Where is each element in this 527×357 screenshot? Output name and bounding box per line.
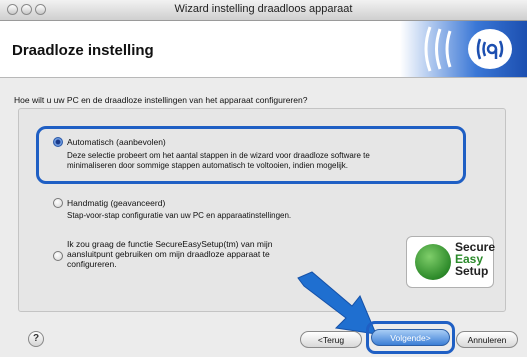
help-button[interactable]: ? [28,331,44,347]
window-title: Wizard instelling draadloos apparaat [174,3,353,15]
option-secureeasysetup-label[interactable]: Ik zou graag de functie SecureEasySetup(… [67,239,273,269]
lock-icon [415,244,451,280]
option-manual-label[interactable]: Handmatig (geavanceerd) [67,198,165,208]
radio-secureeasysetup[interactable] [53,251,63,261]
configuration-question: Hoe wilt u uw PC en de draadloze instell… [14,95,308,105]
next-button[interactable]: Volgende> [371,329,450,346]
secure-easy-setup-logo: Secure Easy Setup [406,236,495,288]
title-bar: Wizard instelling draadloos apparaat [0,0,527,21]
badge-line-setup: Setup [455,264,489,278]
description-line: minimaliseren door sommige stappen autom… [67,161,349,170]
description-line: Deze selectie probeert om het aantal sta… [67,151,370,160]
wizard-header: Draadloze instelling [0,21,527,78]
label-line: configureren. [67,259,117,269]
option-automatic-label[interactable]: Automatisch (aanbevolen) [67,137,166,147]
page-title: Draadloze instelling [12,42,154,59]
cancel-button[interactable]: Annuleren [456,331,518,348]
badge-text: Secure Easy Setup [455,241,495,277]
wizard-window: Wizard instelling draadloos apparaat Dra… [0,0,527,357]
label-line: aansluitpunt gebruiken om mijn draadloze… [67,249,270,259]
option-manual-description: Stap-voor-stap configuratie van uw PC en… [67,211,292,220]
option-automatic-description: Deze selectie probeert om het aantal sta… [67,151,370,171]
radio-automatic[interactable] [53,137,63,147]
back-button[interactable]: <Terug [300,331,362,348]
label-line: Ik zou graag de functie SecureEasySetup(… [67,239,273,249]
radio-manual[interactable] [53,198,63,208]
wireless-logo-icon [400,21,527,77]
